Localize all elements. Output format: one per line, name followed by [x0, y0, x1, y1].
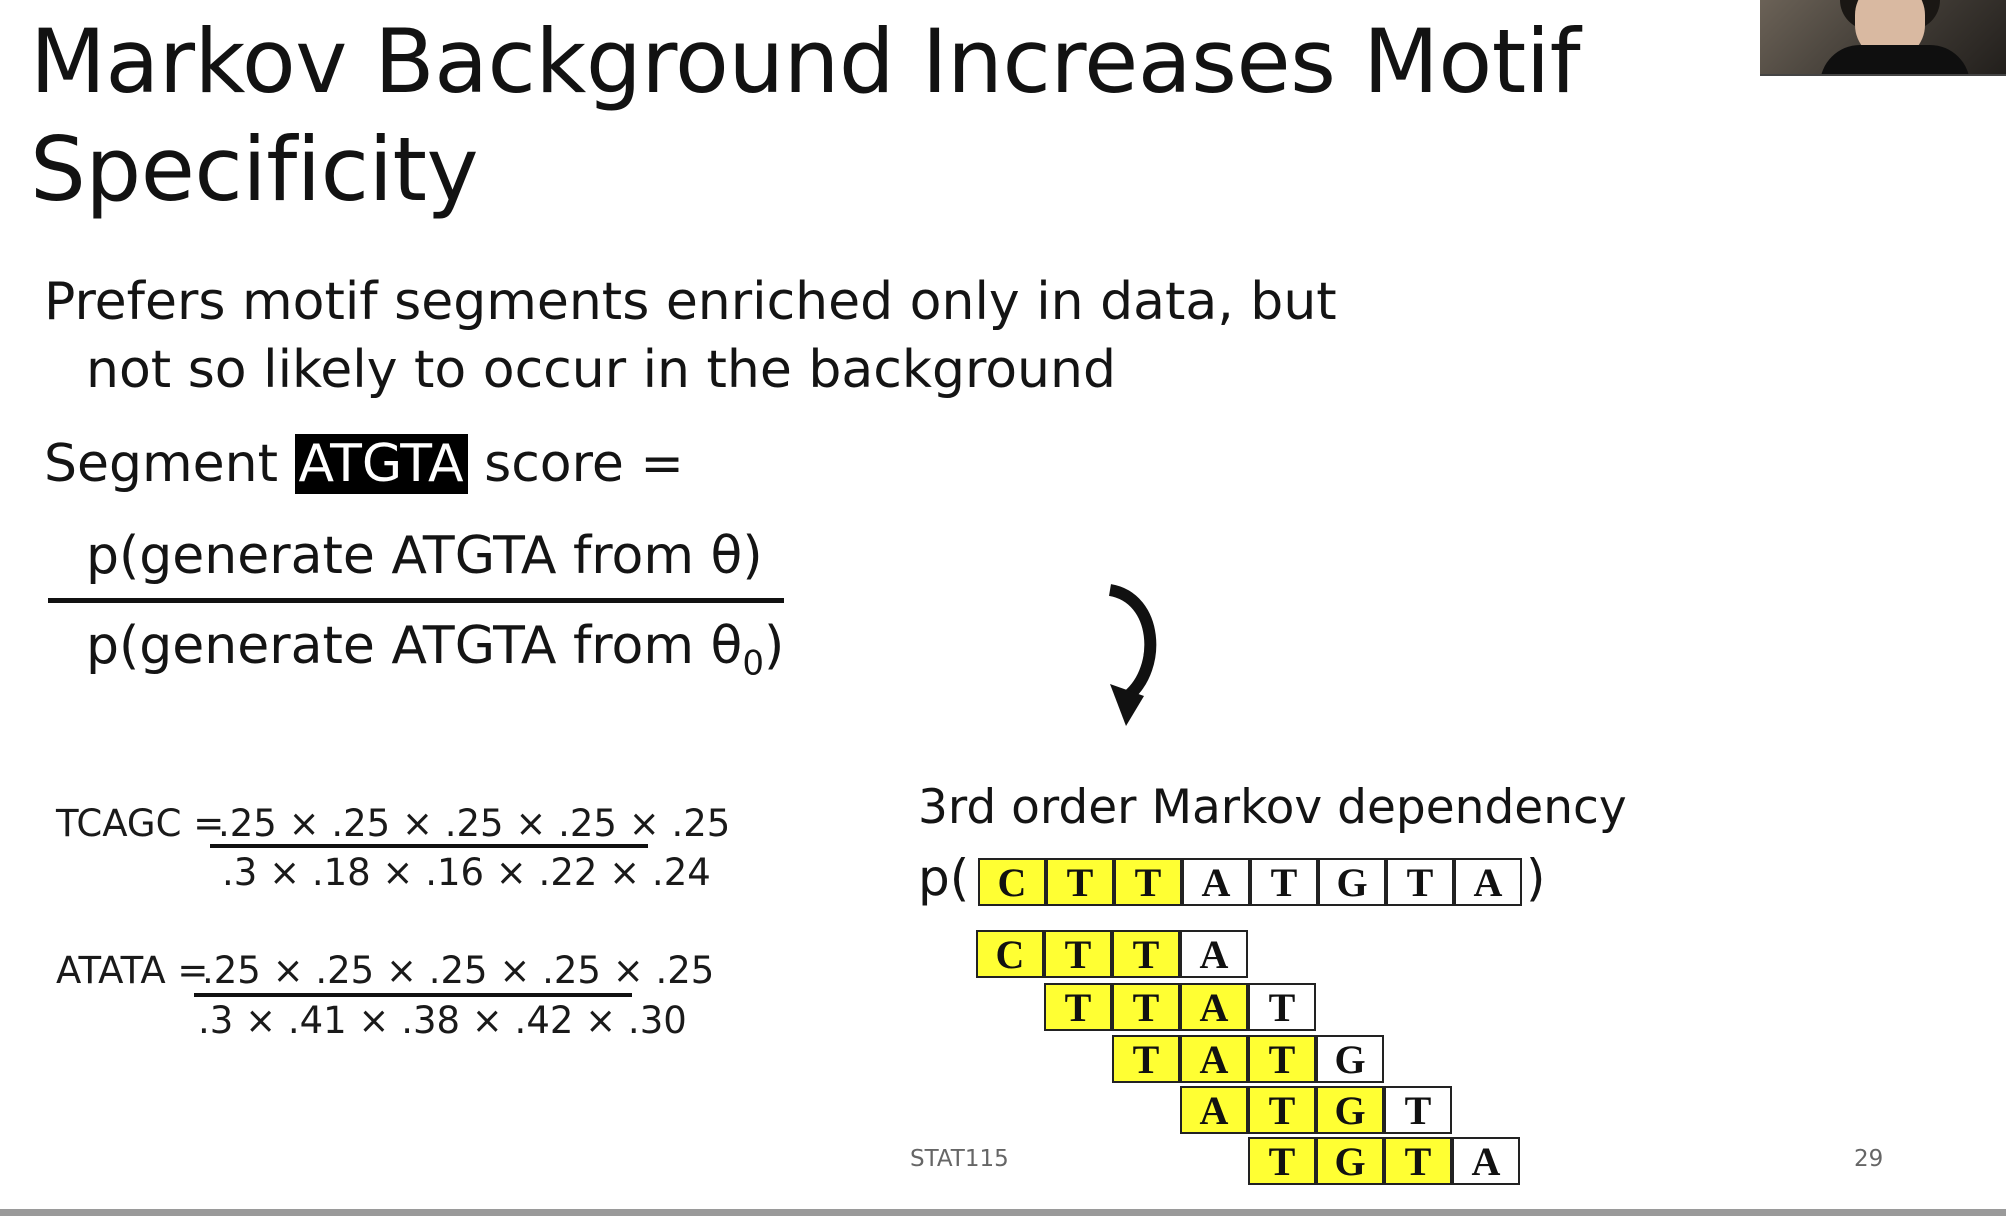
- sequence-box-7: T: [1386, 858, 1454, 906]
- example-1-denominator: .3 × .18 × .16 × .22 × .24: [222, 851, 711, 894]
- window-2-box-4: T: [1248, 983, 1316, 1031]
- window-4-box-1: A: [1180, 1086, 1248, 1134]
- bottom-bar: [0, 1209, 2006, 1216]
- p-close-paren: ): [1526, 849, 1546, 907]
- denominator-main: p(generate ATGTA from θ: [86, 616, 743, 676]
- sequence-box-4: A: [1182, 858, 1250, 906]
- score-fraction-bar: [48, 598, 784, 603]
- title-line-2: Specificity: [30, 118, 479, 221]
- window-5-box-1: T: [1248, 1137, 1316, 1185]
- example-2-denominator: .3 × .41 × .38 × .42 × .30: [198, 999, 687, 1042]
- example-1-label: TCAGC =: [56, 802, 225, 845]
- segment-suffix: score =: [484, 434, 684, 494]
- window-3-box-1: T: [1112, 1035, 1180, 1083]
- window-3-box-2: A: [1180, 1035, 1248, 1083]
- window-2-box-3: A: [1180, 983, 1248, 1031]
- slide-title: Markov Background Increases Motif Specif…: [30, 8, 1581, 224]
- segment-highlight: ATGTA: [294, 434, 468, 494]
- score-denominator: p(generate ATGTA from θ0): [86, 612, 784, 697]
- window-5-box-3: T: [1384, 1137, 1452, 1185]
- example-2-numerator: .25 × .25 × .25 × .25 × .25: [202, 949, 715, 992]
- sequence-box-2: T: [1046, 858, 1114, 906]
- sequence-box-1: C: [978, 858, 1046, 906]
- sequence-box-8: A: [1454, 858, 1522, 906]
- webcam-person-body: [1820, 45, 1970, 74]
- window-5-box-2: G: [1316, 1137, 1384, 1185]
- denominator-close: ): [763, 616, 785, 676]
- window-4-box-2: T: [1248, 1086, 1316, 1134]
- window-4-box-4: T: [1384, 1086, 1452, 1134]
- example-2-fraction-bar: [194, 993, 632, 997]
- window-1-box-1: C: [976, 930, 1044, 978]
- example-2-label: ATATA =: [56, 949, 209, 992]
- example-1-fraction-bar: [210, 844, 648, 848]
- sequence-box-5: T: [1250, 858, 1318, 906]
- sequence-box-6: G: [1318, 858, 1386, 906]
- window-1-box-4: A: [1180, 930, 1248, 978]
- p-open-paren: p(: [918, 849, 970, 907]
- sequence-box-3: T: [1114, 858, 1182, 906]
- window-4-box-3: G: [1316, 1086, 1384, 1134]
- webcam-thumbnail: [1760, 0, 2006, 76]
- footer-course: STAT115: [910, 1146, 1009, 1172]
- score-numerator: p(generate ATGTA from θ): [86, 526, 763, 586]
- window-1-box-3: T: [1112, 930, 1180, 978]
- bullet-line-2: not so likely to occur in the background: [86, 340, 1116, 400]
- denominator-subscript: 0: [742, 643, 764, 684]
- markov-heading: 3rd order Markov dependency: [918, 780, 1627, 835]
- window-2-box-2: T: [1112, 983, 1180, 1031]
- window-3-box-3: T: [1248, 1035, 1316, 1083]
- title-line-1: Markov Background Increases Motif: [30, 10, 1581, 113]
- segment-prefix: Segment: [44, 434, 278, 494]
- bullet-line-1: Prefers motif segments enriched only in …: [44, 272, 1337, 332]
- window-1-box-2: T: [1044, 930, 1112, 978]
- curved-down-arrow-icon: [1108, 584, 1157, 726]
- segment-score-line: Segment ATGTA score =: [44, 430, 684, 498]
- example-1-numerator: .25 × .25 × .25 × .25 × .25: [218, 802, 731, 845]
- window-3-box-4: G: [1316, 1035, 1384, 1083]
- window-2-box-1: T: [1044, 983, 1112, 1031]
- footer-page-number: 29: [1854, 1146, 1884, 1172]
- window-5-box-4: A: [1452, 1137, 1520, 1185]
